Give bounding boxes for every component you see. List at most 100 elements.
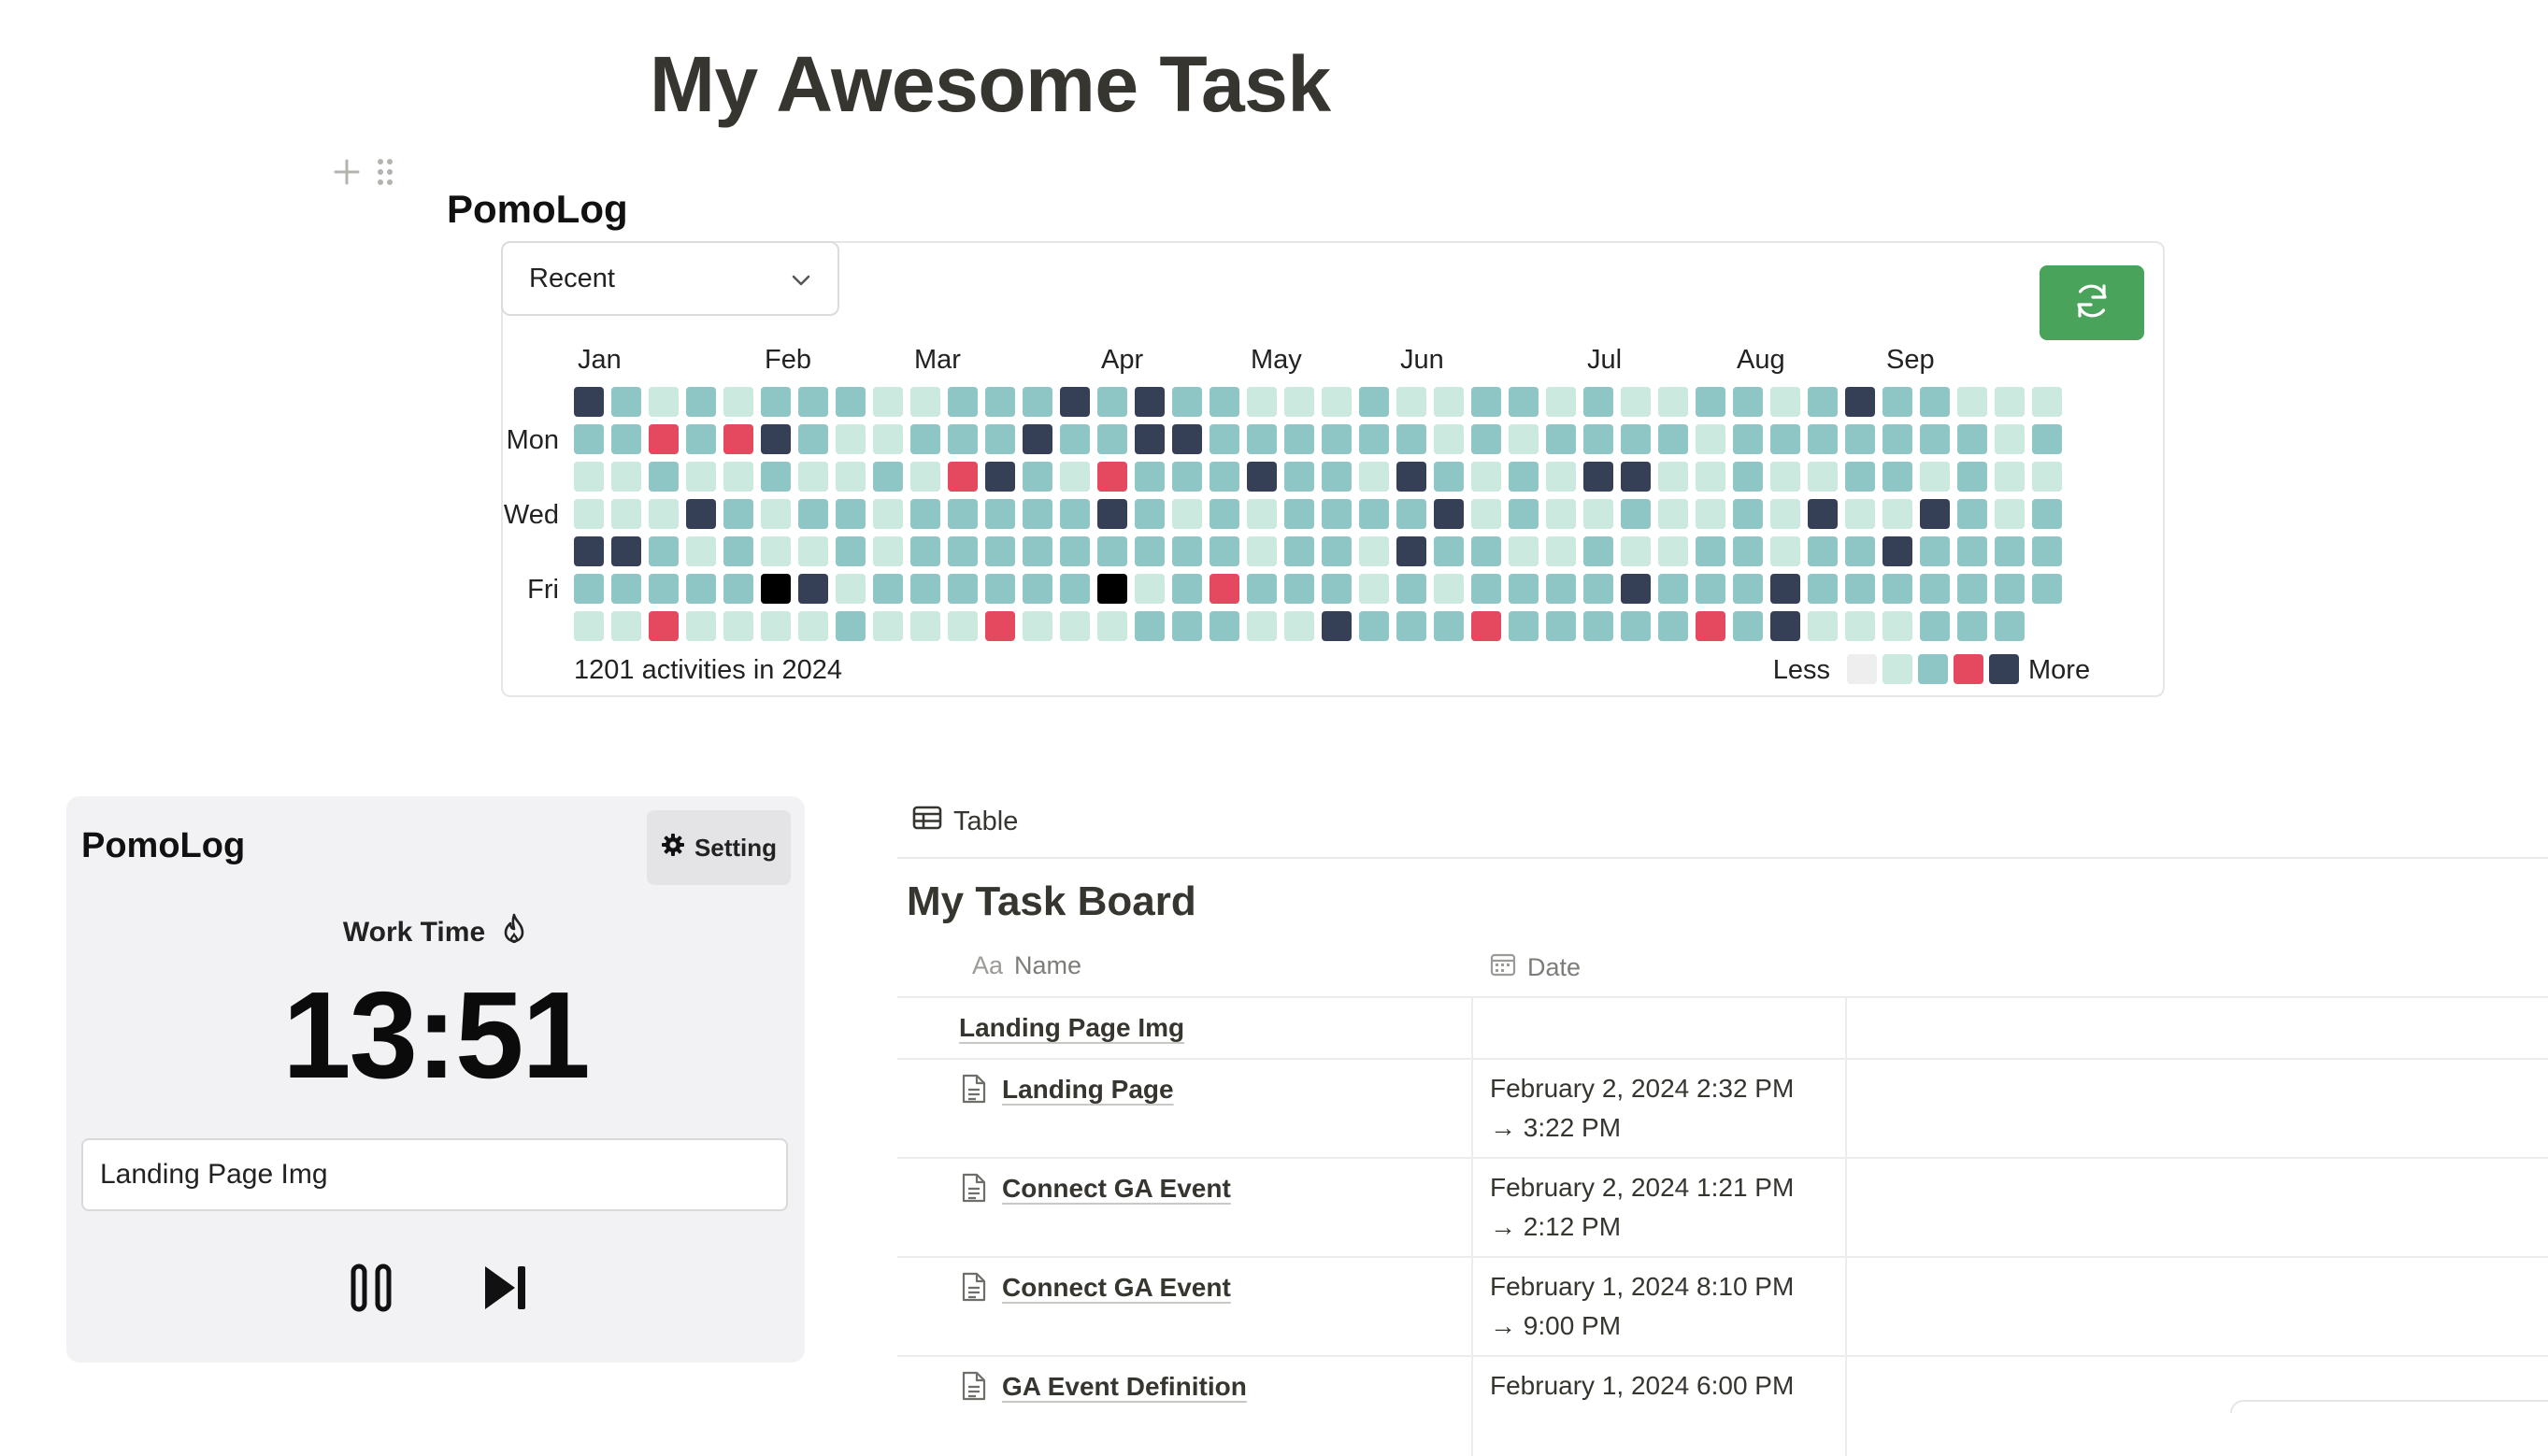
- heatmap-cell[interactable]: [985, 424, 1015, 454]
- heatmap-cell[interactable]: [910, 499, 940, 529]
- heatmap-cell[interactable]: [611, 611, 641, 641]
- heatmap-cell[interactable]: [1583, 499, 1613, 529]
- heatmap-cell[interactable]: [1097, 462, 1127, 492]
- heatmap-cell[interactable]: [1135, 387, 1165, 417]
- heatmap-cell[interactable]: [1546, 462, 1576, 492]
- heatmap-cell[interactable]: [1920, 387, 1950, 417]
- heatmap-cell[interactable]: [686, 536, 716, 566]
- heatmap-cell[interactable]: [1920, 424, 1950, 454]
- heatmap-cell[interactable]: [1696, 387, 1725, 417]
- heatmap-cell[interactable]: [1957, 462, 1987, 492]
- heatmap-cell[interactable]: [1023, 462, 1052, 492]
- heatmap-cell[interactable]: [1396, 574, 1426, 604]
- heatmap-cell[interactable]: [1882, 424, 1912, 454]
- task-name[interactable]: Landing Page Img: [959, 1013, 1184, 1043]
- heatmap-cell[interactable]: [1247, 462, 1277, 492]
- heatmap-cell[interactable]: [836, 611, 866, 641]
- heatmap-cell[interactable]: [1808, 424, 1838, 454]
- heatmap-cell[interactable]: [873, 387, 903, 417]
- heatmap-cell[interactable]: [1621, 611, 1651, 641]
- heatmap-cell[interactable]: [1135, 611, 1165, 641]
- date-cell[interactable]: February 1, 2024 8:10 PM → 9:00 PM: [1473, 1258, 1847, 1357]
- heatmap-cell[interactable]: [1172, 574, 1202, 604]
- heatmap-cell[interactable]: [1396, 611, 1426, 641]
- heatmap-cell[interactable]: [1920, 536, 1950, 566]
- drag-handle-icon[interactable]: [376, 157, 394, 187]
- heatmap-cell[interactable]: [1247, 387, 1277, 417]
- heatmap-cell[interactable]: [1621, 387, 1651, 417]
- heatmap-cell[interactable]: [1957, 536, 1987, 566]
- heatmap-cell[interactable]: [611, 424, 641, 454]
- date-cell[interactable]: February 2, 2024 1:21 PM → 2:12 PM: [1473, 1159, 1847, 1258]
- heatmap-cell[interactable]: [1396, 499, 1426, 529]
- heatmap-cell[interactable]: [1060, 462, 1090, 492]
- heatmap-cell[interactable]: [574, 536, 604, 566]
- heatmap-cell[interactable]: [836, 574, 866, 604]
- heatmap-cell[interactable]: [1957, 574, 1987, 604]
- heatmap-cell[interactable]: [1172, 387, 1202, 417]
- heatmap-cell[interactable]: [1583, 536, 1613, 566]
- heatmap-cell[interactable]: [686, 611, 716, 641]
- heatmap-cell[interactable]: [910, 462, 940, 492]
- heatmap-cell[interactable]: [798, 462, 828, 492]
- heatmap-cell[interactable]: [1322, 536, 1352, 566]
- heatmap-cell[interactable]: [873, 499, 903, 529]
- table-row[interactable]: Connect GA Event February 1, 2024 8:10 PM…: [897, 1256, 2548, 1357]
- heatmap-cell[interactable]: [1247, 499, 1277, 529]
- pause-icon[interactable]: [351, 1263, 392, 1317]
- heatmap-cell[interactable]: [1882, 387, 1912, 417]
- heatmap-cell[interactable]: [985, 611, 1015, 641]
- heatmap-cell[interactable]: [1920, 611, 1950, 641]
- heatmap-cell[interactable]: [1434, 387, 1464, 417]
- date-cell[interactable]: February 2, 2024 2:32 PM → 3:22 PM: [1473, 1060, 1847, 1159]
- heatmap-cell[interactable]: [1509, 387, 1539, 417]
- heatmap-cell[interactable]: [910, 611, 940, 641]
- heatmap-cell[interactable]: [1658, 424, 1688, 454]
- heatmap-cell[interactable]: [1359, 536, 1389, 566]
- heatmap-cell[interactable]: [1097, 611, 1127, 641]
- heatmap-cell[interactable]: [1770, 574, 1800, 604]
- heatmap-cell[interactable]: [1696, 424, 1725, 454]
- heatmap-cell[interactable]: [910, 536, 940, 566]
- heatmap-cell[interactable]: [1247, 536, 1277, 566]
- heatmap-cell[interactable]: [1808, 574, 1838, 604]
- heatmap-cell[interactable]: [1396, 536, 1426, 566]
- heatmap-cell[interactable]: [723, 387, 753, 417]
- heatmap-cell[interactable]: [611, 387, 641, 417]
- heatmap-cell[interactable]: [761, 574, 791, 604]
- heatmap-cell[interactable]: [686, 462, 716, 492]
- heatmap-cell[interactable]: [1359, 611, 1389, 641]
- heatmap-cell[interactable]: [1210, 424, 1239, 454]
- heatmap-cell[interactable]: [1135, 574, 1165, 604]
- heatmap-cell[interactable]: [1733, 611, 1763, 641]
- heatmap-cell[interactable]: [1509, 462, 1539, 492]
- heatmap-cell[interactable]: [1210, 611, 1239, 641]
- heatmap-cell[interactable]: [723, 499, 753, 529]
- heatmap-cell[interactable]: [1135, 536, 1165, 566]
- heatmap-cell[interactable]: [1696, 499, 1725, 529]
- heatmap-cell[interactable]: [1097, 499, 1127, 529]
- heatmap-cell[interactable]: [1097, 536, 1127, 566]
- heatmap-cell[interactable]: [1471, 536, 1501, 566]
- heatmap-cell[interactable]: [686, 499, 716, 529]
- heatmap-cell[interactable]: [1733, 536, 1763, 566]
- heatmap-cell[interactable]: [1845, 574, 1875, 604]
- heatmap-cell[interactable]: [574, 424, 604, 454]
- heatmap-cell[interactable]: [1247, 574, 1277, 604]
- heatmap-cell[interactable]: [1284, 387, 1314, 417]
- heatmap-cell[interactable]: [1995, 611, 2025, 641]
- heatmap-cell[interactable]: [1882, 499, 1912, 529]
- setting-button[interactable]: Setting: [647, 810, 791, 885]
- heatmap-cell[interactable]: [1284, 424, 1314, 454]
- heatmap-cell[interactable]: [1210, 387, 1239, 417]
- heatmap-cell[interactable]: [2032, 462, 2062, 492]
- heatmap-cell[interactable]: [948, 387, 978, 417]
- heatmap-cell[interactable]: [1172, 499, 1202, 529]
- heatmap-cell[interactable]: [836, 387, 866, 417]
- heatmap-cell[interactable]: [611, 499, 641, 529]
- table-row[interactable]: Landing Page Img: [897, 996, 2548, 1060]
- date-cell[interactable]: [1473, 998, 1847, 1060]
- heatmap-cell[interactable]: [723, 536, 753, 566]
- heatmap-cell[interactable]: [574, 462, 604, 492]
- heatmap-cell[interactable]: [910, 424, 940, 454]
